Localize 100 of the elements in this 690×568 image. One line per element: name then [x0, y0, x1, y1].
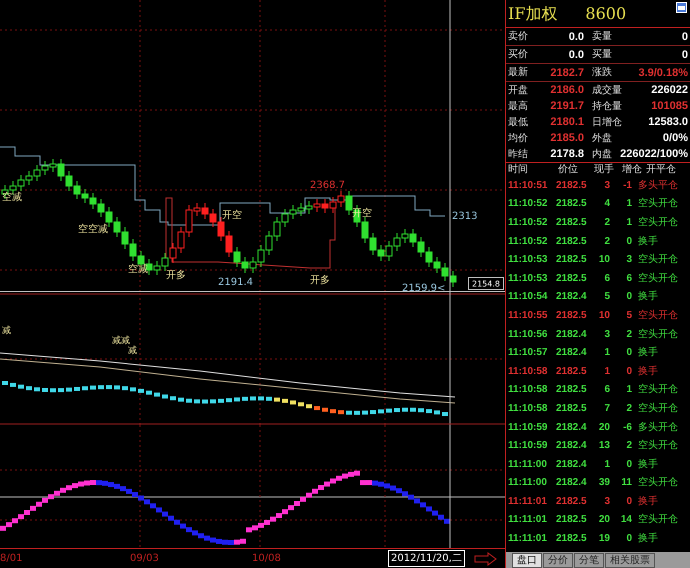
trade-volume: 1	[603, 364, 610, 379]
quote-value: 226022/100%	[620, 148, 688, 160]
trade-change: 0	[625, 458, 632, 472]
trade-price: 2182.4	[556, 290, 588, 304]
quote-label: 开盘	[508, 84, 528, 98]
trade-time: 11:11:01	[508, 513, 548, 528]
trade-volume: 19	[598, 532, 610, 546]
symbol-name: IF加权	[508, 2, 558, 24]
trade-price: 2182.4	[556, 328, 588, 342]
quote-value: 2180.1	[550, 116, 584, 128]
panel-tab[interactable]: 分笔	[574, 553, 604, 568]
trade-type: 换手	[637, 234, 658, 249]
trade-time: 11:10:55	[508, 308, 548, 323]
chart-label: 开多	[310, 275, 330, 286]
trade-type: 换手	[637, 290, 658, 304]
trade-price: 2182.5	[556, 494, 588, 509]
quote-value: 3.9/0.18%	[638, 66, 688, 78]
trade-change: 0	[625, 364, 632, 379]
quote-label: 外盘	[592, 132, 612, 146]
trade-price: 2182.4	[556, 476, 588, 490]
panel-tab[interactable]: 相关股票	[605, 553, 655, 568]
trade-volume: 6	[603, 383, 610, 398]
quote-label: 最低	[508, 116, 528, 130]
trade-time: 11:10:57	[508, 346, 548, 360]
axis-date: 8/01	[0, 552, 22, 566]
arrow-icon[interactable]	[474, 552, 498, 566]
trade-change: 2	[625, 328, 632, 342]
trade-volume: 2	[603, 216, 610, 230]
chart-label: 减	[2, 326, 11, 336]
quote-value: 101085	[651, 100, 688, 112]
trade-price: 2182.4	[556, 439, 588, 454]
chart-label: 空减	[2, 192, 22, 203]
quote-value: 226022	[651, 84, 688, 96]
trade-volume: 1	[603, 346, 610, 360]
quote-value: 2178.8	[550, 148, 584, 160]
trade-volume: 3	[603, 328, 610, 342]
trade-time: 11:10:53	[508, 272, 548, 286]
quote-value: 0	[682, 30, 688, 42]
chart-label: 2159.9<	[402, 283, 446, 293]
trade-price: 2182.5	[556, 197, 588, 212]
trade-time: 11:10:51	[508, 178, 548, 193]
chart-label: 开多	[166, 270, 186, 281]
column-header: 价位	[558, 163, 579, 177]
quote-label: 持仓量	[592, 100, 622, 114]
quote-value: 2182.7	[550, 66, 584, 78]
panel-tab[interactable]: 盘口	[512, 553, 542, 568]
trade-volume: 1	[603, 458, 610, 472]
chart-label: 空减	[128, 264, 148, 275]
trade-change: -6	[622, 420, 632, 435]
trade-time: 11:10:59	[508, 420, 548, 435]
trade-type: 空头开仓	[637, 402, 678, 416]
quote-value: 0/0%	[662, 132, 688, 144]
trade-volume: 2	[603, 234, 610, 249]
trade-volume: 39	[598, 476, 610, 490]
trade-change: 0	[625, 234, 632, 249]
quote-label: 日增仓	[592, 116, 622, 130]
trade-price: 2182.5	[556, 216, 588, 230]
column-header: 开平仓	[646, 163, 677, 177]
trade-type: 多头平仓	[637, 178, 678, 193]
trade-price: 2182.5	[556, 253, 588, 268]
trade-type: 换手	[637, 346, 658, 360]
trade-price: 2182.5	[556, 364, 588, 379]
trade-price: 2182.5	[556, 513, 588, 528]
trade-price: 2182.5	[556, 532, 588, 546]
quote-value: 0.0	[568, 48, 584, 60]
trade-type: 空头开仓	[637, 196, 678, 212]
quote-label: 卖价	[508, 30, 528, 44]
trade-type: 空头开仓	[637, 216, 678, 230]
quote-value: 2191.7	[550, 100, 584, 112]
trade-price: 2182.5	[556, 308, 588, 323]
trade-change: 3	[625, 253, 632, 268]
symbol-code: 8600	[585, 2, 626, 24]
axis-date: 10/08	[252, 552, 281, 566]
quote-label: 买价	[508, 48, 528, 62]
chart-label: 2368.7	[310, 180, 345, 191]
trade-change: -1	[622, 178, 632, 193]
column-header: 增仓	[622, 163, 643, 177]
trade-change: 0	[625, 532, 632, 546]
quote-value: 2186.0	[550, 84, 584, 96]
panel-tab[interactable]: 分价	[543, 553, 573, 568]
trade-time: 11:11:01	[508, 494, 548, 509]
quote-value: 0	[682, 48, 688, 60]
trade-time: 11:10:54	[508, 290, 548, 304]
trade-type: 空头开仓	[637, 308, 678, 323]
trade-type: 空头开仓	[637, 252, 678, 268]
trade-volume: 10	[598, 253, 610, 268]
window-icon[interactable]	[676, 2, 687, 13]
quote-value: 2185.0	[550, 132, 584, 144]
trade-type: 空头开仓	[637, 382, 678, 398]
chart-label: 2313	[452, 211, 478, 222]
chart-label: 空空减	[78, 224, 108, 235]
trade-change: 6	[625, 272, 632, 286]
quote-label: 昨结	[508, 148, 528, 162]
trade-price: 2182.5	[556, 402, 588, 416]
trade-time: 11:10:53	[508, 253, 548, 268]
trade-volume: 10	[598, 308, 610, 323]
trade-price: 2182.5	[556, 272, 588, 286]
quote-label: 均价	[508, 132, 528, 146]
trade-change: 1	[625, 197, 632, 212]
trade-type: 空头开仓	[637, 328, 678, 342]
